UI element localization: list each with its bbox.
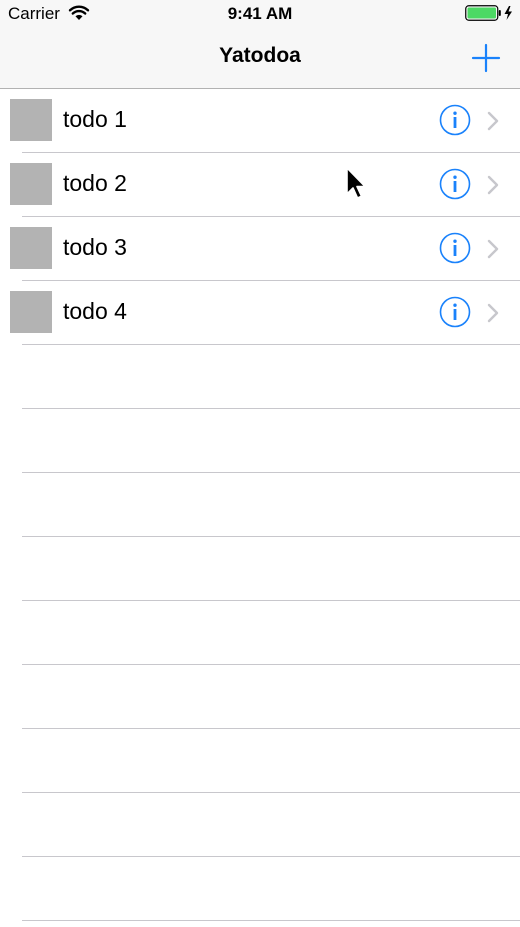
table-row[interactable]: todo 4 [0,281,520,345]
empty-row [0,601,520,665]
app-screen: Carrier 9:41 AM Yatodoa todo 1 todo 2 to… [0,0,520,927]
navigation-bar: Carrier 9:41 AM Yatodoa [0,0,520,89]
thumbnail-image [10,291,52,333]
add-todo-button[interactable] [468,40,504,76]
empty-row [0,857,520,921]
info-icon[interactable] [439,104,471,136]
plus-icon [471,43,501,73]
chevron-right-icon [487,175,499,195]
info-icon[interactable] [439,232,471,264]
row-separator [22,920,520,921]
thumbnail-image [10,163,52,205]
empty-row [0,665,520,729]
empty-row [0,473,520,537]
thumbnail-image [10,227,52,269]
todo-title: todo 2 [63,170,127,196]
empty-row [0,729,520,793]
thumbnail-image [10,99,52,141]
mouse-cursor-icon [346,167,366,199]
chevron-right-icon [487,111,499,131]
page-title: Yatodoa [219,44,301,67]
table-row[interactable]: todo 3 [0,217,520,281]
info-icon[interactable] [439,168,471,200]
todo-title: todo 4 [63,298,127,324]
empty-row [0,409,520,473]
status-time: 9:41 AM [227,4,293,23]
chevron-right-icon [487,239,499,259]
chevron-right-icon [487,303,499,323]
todo-table: todo 1 todo 2 todo 3 todo 4 [0,89,520,921]
empty-row [0,537,520,601]
battery-icon [465,5,512,21]
table-row[interactable]: todo 2 [0,153,520,217]
table-row[interactable]: todo 1 [0,89,520,153]
todo-title: todo 3 [63,234,127,260]
todo-title: todo 1 [63,106,127,132]
empty-row [0,793,520,857]
info-icon[interactable] [439,296,471,328]
empty-row [0,345,520,409]
